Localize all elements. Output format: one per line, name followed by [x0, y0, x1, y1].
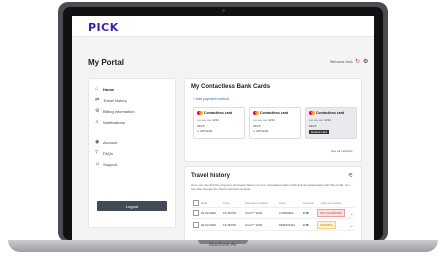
sidebar-item-travel-history[interactable]: ⇄ Travel history — [95, 96, 171, 104]
bank-card-default[interactable]: Contactless card •••• •••• •••• 1234 09/… — [305, 107, 357, 139]
row-method: Card ** 1234 — [245, 211, 263, 215]
support-icon: ☺ — [95, 161, 101, 167]
mastercard-icon — [253, 111, 259, 115]
sidebar-item-label: Support — [103, 161, 118, 167]
see-all-methods-link[interactable]: See all methods — [331, 149, 353, 153]
card-expiry: 09/25 — [197, 124, 205, 128]
card-holder: J. ARTHUR — [253, 129, 269, 133]
row-zone: PERSONAL — [279, 223, 296, 227]
logo[interactable]: PICK — [88, 21, 119, 34]
account-icon: ◉ — [95, 139, 100, 145]
logout-button[interactable]: Logout — [97, 201, 167, 211]
sidebar-item-billing[interactable]: ⚙ Billing information — [95, 107, 171, 115]
card-number: •••• •••• •••• 1234 — [253, 118, 275, 122]
user-link[interactable]: Welcome Jack — [330, 60, 353, 64]
column-header[interactable]: Time — [223, 199, 230, 207]
device-label: MacBook Air — [208, 242, 238, 248]
card-holder: J. ARTHUR — [197, 129, 213, 133]
gear-icon[interactable]: ⚙ — [363, 58, 368, 65]
sidebar-item-label: Travel history — [103, 97, 127, 103]
column-header[interactable]: Payment status — [321, 199, 342, 207]
home-icon: ⌂ — [95, 86, 99, 92]
bank-card[interactable]: Contactless card •••• •••• •••• 1234 09/… — [249, 107, 301, 139]
portal-screen: PICK My Portal Welcome Jack ↻ ⚙ ⌂ Home ⇄… — [72, 16, 374, 240]
card-expiry: 09/25 — [309, 124, 317, 128]
select-all-checkbox[interactable] — [193, 200, 199, 206]
mastercard-icon — [309, 111, 315, 115]
sidebar-item-notifications[interactable]: ♫ Notifications — [95, 118, 171, 126]
filter-icon[interactable]: ⚟ — [348, 172, 353, 179]
sidebar-item-label: Account — [103, 139, 118, 145]
chevron-down-icon[interactable]: ⌄ — [350, 208, 353, 218]
bank-cards-title: My Contactless Bank Cards — [191, 84, 271, 90]
sidebar-item-label: Notifications — [103, 119, 125, 125]
page-title: My Portal — [88, 58, 125, 67]
top-bar: PICK — [72, 16, 374, 37]
camera-icon — [222, 9, 225, 12]
bank-card[interactable]: Contactless card •••• •••• •••• 1234 09/… — [193, 107, 245, 139]
travel-history-description: Here you can find the payment and travel… — [191, 183, 350, 191]
status-badge: PENDING — [317, 221, 336, 229]
travel-history-panel: Travel history ⚟ Here you can find the p… — [184, 166, 362, 240]
card-label: Contactless card — [260, 111, 289, 115]
card-expiry: 09/25 — [253, 124, 261, 128]
sidebar-item-label: Billing information — [103, 108, 135, 114]
billing-icon: ⚙ — [95, 108, 100, 114]
sidebar-item-faqs[interactable]: ? FAQs — [95, 149, 171, 157]
row-amount: 2,7€ — [303, 211, 309, 215]
row-time: 12:38 PM — [223, 211, 236, 215]
column-header[interactable]: Zone — [279, 199, 286, 207]
row-time: 12:38 PM — [223, 223, 236, 227]
sidebar-item-label: FAQs — [103, 150, 114, 156]
table-row[interactable]: 02.02.2022 12:38 PM Card ** 1234 PERSONA… — [191, 220, 355, 231]
sidebar-item-home[interactable]: ⌂ Home — [95, 85, 171, 93]
status-badge: NOT ACCEPTED — [317, 209, 345, 217]
row-date: 02.02.2022 — [201, 223, 217, 227]
sidebar-item-support[interactable]: ☺ Support — [95, 160, 171, 168]
row-amount: 2,7€ — [303, 223, 309, 227]
card-label: Contactless card — [316, 111, 345, 115]
column-header[interactable]: Amount — [303, 199, 313, 207]
refresh-icon[interactable]: ↻ — [355, 58, 360, 65]
column-header[interactable]: Payment method — [245, 199, 268, 207]
mastercard-icon — [197, 111, 203, 115]
sidebar: ⌂ Home ⇄ Travel history ⚙ Billing inform… — [88, 78, 176, 228]
row-method: Card ** 1234 — [245, 223, 263, 227]
table-header: Date Time Payment method Zone Amount Pay… — [191, 199, 355, 208]
card-number: •••• •••• •••• 1234 — [197, 118, 219, 122]
travel-history-title: Travel history — [191, 173, 231, 179]
add-payment-method-link[interactable]: + Add payment method — [193, 97, 229, 101]
card-number: •••• •••• •••• 1234 — [309, 118, 331, 122]
default-card-badge: Default card — [309, 130, 330, 134]
column-header[interactable]: Date — [201, 199, 207, 207]
sidebar-item-label: Home — [103, 86, 115, 92]
sidebar-item-account[interactable]: ◉ Account — [95, 138, 171, 146]
help-icon: ? — [95, 150, 98, 156]
row-date: 02.02.2022 — [201, 211, 217, 215]
bank-cards-panel: My Contactless Bank Cards + Add payment … — [184, 78, 362, 162]
row-checkbox[interactable] — [193, 210, 199, 216]
table-row[interactable]: 02.02.2022 12:38 PM Card ** 1234 LONDRES… — [191, 208, 355, 219]
bell-icon: ♫ — [95, 119, 99, 125]
row-checkbox[interactable] — [193, 222, 199, 228]
travel-icon: ⇄ — [95, 97, 100, 103]
row-zone: LONDRES — [279, 211, 294, 215]
card-label: Contactless card — [204, 111, 233, 115]
chevron-down-icon[interactable]: ⌄ — [350, 220, 353, 230]
